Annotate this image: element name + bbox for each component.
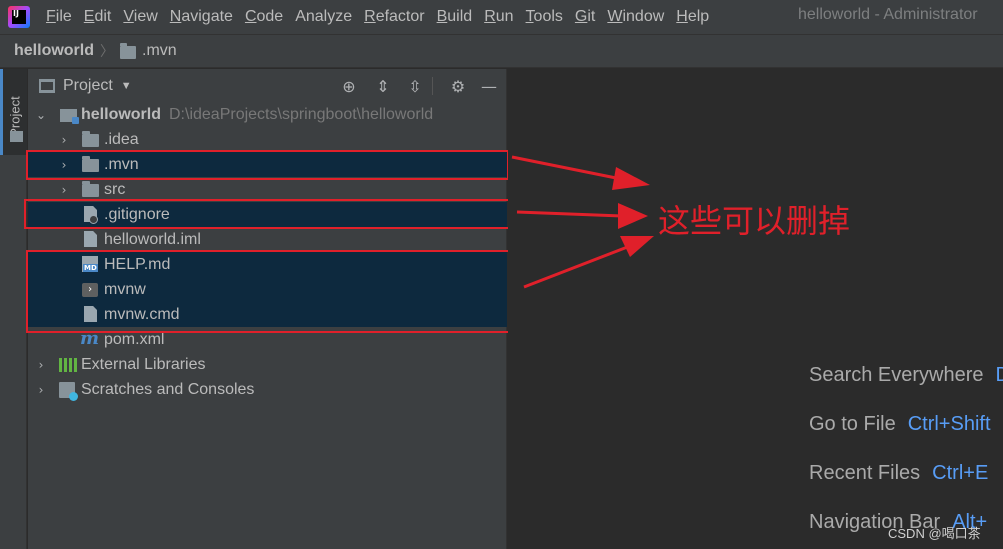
watermark: CSDN @喝口茶: [888, 526, 981, 541]
tree-item-external-libraries[interactable]: › External Libraries: [28, 352, 507, 377]
menu-git[interactable]: Git: [569, 0, 601, 34]
menu-view[interactable]: View: [117, 0, 163, 34]
chevron-right-icon[interactable]: ›: [35, 383, 47, 397]
chevron-down-icon[interactable]: ▼: [121, 80, 132, 92]
menu-build[interactable]: Build: [431, 0, 479, 34]
tree-root[interactable]: ⌄ helloworld D:\ideaProjects\springboot\h…: [28, 102, 507, 127]
scratches-icon: [59, 382, 78, 401]
menu-run[interactable]: Run: [478, 0, 519, 34]
breadcrumb-separator: 〉: [100, 43, 114, 59]
tree-item-scratches[interactable]: › Scratches and Consoles: [28, 377, 507, 402]
minimize-icon[interactable]: —: [478, 75, 500, 97]
project-icon: [39, 78, 55, 93]
expand-all-icon[interactable]: ⇕: [372, 75, 394, 97]
menu-analyze[interactable]: Analyze: [289, 0, 358, 34]
tree-item-idea[interactable]: › .idea: [28, 127, 507, 152]
tree-root-path: D:\ideaProjects\springboot\helloworld: [169, 105, 434, 123]
menu-edit[interactable]: Edit: [78, 0, 118, 34]
menu-window[interactable]: Window: [601, 0, 670, 34]
hint-recent-files: Recent Files Ctrl+E: [809, 462, 989, 484]
tree-item-label: External Libraries: [81, 355, 206, 373]
tree-root-name: helloworld: [81, 105, 161, 123]
chevron-right-icon[interactable]: ›: [35, 358, 47, 372]
panel-title[interactable]: Project: [63, 77, 113, 95]
hint-search-everywhere: Search Everywhere D: [809, 364, 1003, 386]
breadcrumb: helloworld 〉 .mvn: [0, 34, 1003, 68]
annotation-text: 这些可以删掉: [658, 202, 851, 240]
menu-bar: IJ File Edit View Navigate Code Analyze …: [0, 0, 1003, 34]
folder-icon: [120, 42, 136, 59]
menu-help[interactable]: Help: [670, 0, 715, 34]
menu-refactor[interactable]: Refactor: [358, 0, 430, 34]
collapse-all-icon[interactable]: ⇳: [404, 75, 426, 97]
gear-icon[interactable]: ⚙: [447, 75, 469, 97]
breadcrumb-root[interactable]: helloworld: [14, 42, 94, 60]
tree-item-label: pom.xml: [104, 330, 165, 348]
menu-code[interactable]: Code: [239, 0, 289, 34]
library-icon: [59, 358, 77, 372]
folder-icon: [10, 131, 23, 142]
locate-icon[interactable]: ⊕: [338, 75, 360, 97]
menu-navigate[interactable]: Navigate: [164, 0, 239, 34]
breadcrumb-current[interactable]: .mvn: [142, 42, 177, 60]
module-icon: [60, 109, 79, 124]
hint-go-to-file: Go to File Ctrl+Shift: [809, 413, 991, 435]
tree-item-iml[interactable]: helloworld.iml: [28, 227, 507, 252]
project-tool-tab[interactable]: Project: [0, 69, 27, 155]
highlight-box-scripts: [26, 250, 510, 333]
tree-item-label: src: [104, 180, 126, 198]
tool-window-strip: Project: [0, 69, 27, 549]
folder-icon: [82, 131, 99, 147]
chevron-right-icon[interactable]: ›: [58, 133, 70, 147]
tree-item-label: .idea: [104, 130, 139, 148]
intellij-logo-icon: IJ: [8, 6, 30, 28]
tree-item-label: helloworld.iml: [104, 230, 201, 248]
folder-icon: [82, 181, 99, 197]
highlight-box-mvn: [26, 150, 509, 180]
menu-file[interactable]: File: [40, 0, 78, 34]
iml-file-icon: [84, 231, 97, 247]
menu-tools[interactable]: Tools: [520, 0, 569, 34]
chevron-right-icon[interactable]: ›: [58, 183, 70, 197]
chevron-down-icon[interactable]: ⌄: [35, 108, 47, 122]
project-panel-header: Project ▼ ⊕ ⇕ ⇳ ⚙ —: [28, 69, 507, 102]
tree-item-label: Scratches and Consoles: [81, 380, 255, 398]
highlight-box-gitignore: [24, 199, 511, 229]
editor-empty-area: Search Everywhere D Go to File Ctrl+Shift …: [508, 69, 1003, 549]
window-title: helloworld - Administrator: [798, 6, 978, 23]
divider: [432, 77, 433, 95]
